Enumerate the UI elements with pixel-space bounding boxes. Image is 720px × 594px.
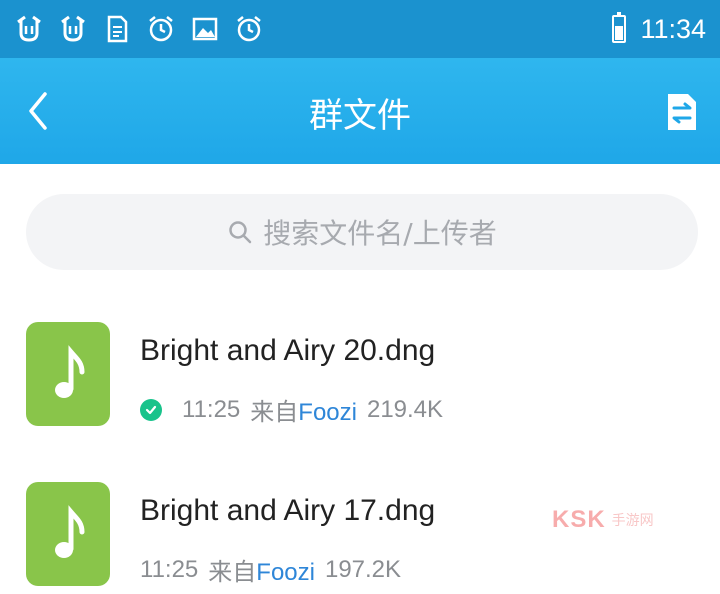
file-source: 来自Foozi xyxy=(208,552,315,587)
status-bar: 11:34 xyxy=(0,0,720,58)
watermark: KSK 手游网 xyxy=(552,506,654,534)
file-time: 11:25 xyxy=(182,395,241,423)
uploader-link[interactable]: Foozi xyxy=(256,559,315,586)
image-icon xyxy=(190,14,220,44)
file-source: 来自Foozi xyxy=(250,392,357,427)
downloaded-check-icon xyxy=(140,398,162,421)
file-list-item[interactable]: Bright and Airy 20.dng 11:25 来自Foozi 219… xyxy=(0,322,720,452)
file-meta: 11:25 来自Foozi 219.4K xyxy=(140,392,443,427)
search-icon xyxy=(229,221,252,244)
watermark-text: KSK xyxy=(552,506,606,533)
alarm-icon xyxy=(146,14,176,44)
uploader-link[interactable]: Foozi xyxy=(298,399,357,426)
file-time: 11:25 xyxy=(140,555,199,583)
battery-icon xyxy=(612,12,627,43)
file-meta: 11:25 来自Foozi 197.2K xyxy=(140,552,401,587)
search-placeholder: 搜索文件名/上传者 xyxy=(263,217,497,250)
watermark-sub: 手游网 xyxy=(611,513,654,529)
from-label: 来自 xyxy=(250,399,299,426)
file-size: 197.2K xyxy=(324,555,402,583)
notification-icon xyxy=(14,14,44,44)
notification-icon xyxy=(58,14,88,44)
from-label: 来自 xyxy=(208,559,257,586)
file-name: Bright and Airy 20.dng xyxy=(140,334,436,367)
audio-file-icon xyxy=(26,322,110,426)
file-name: Bright and Airy 17.dng xyxy=(140,494,436,527)
file-list-item[interactable]: Bright and Airy 17.dng 11:25 来自Foozi 197… xyxy=(0,482,720,594)
status-icons xyxy=(14,14,264,44)
audio-file-icon xyxy=(26,482,110,586)
alarm-icon xyxy=(234,14,264,44)
document-icon xyxy=(102,14,132,44)
status-right: 11:34 xyxy=(612,12,706,45)
page-title: 群文件 xyxy=(309,96,411,136)
status-time: 11:34 xyxy=(640,13,706,44)
title-bar: 群文件 xyxy=(0,58,720,164)
file-size: 219.4K xyxy=(366,395,444,423)
search-bar[interactable]: 搜索文件名/上传者 xyxy=(26,194,698,270)
file-transfer-icon xyxy=(668,94,696,130)
transfer-button[interactable] xyxy=(662,90,702,134)
